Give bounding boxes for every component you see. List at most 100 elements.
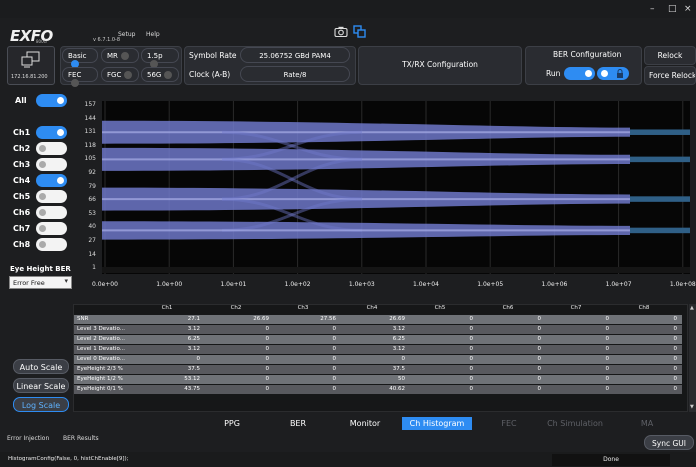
channel-toggle[interactable] — [36, 158, 67, 171]
eye-height-label: Eye Height BER — [10, 265, 71, 273]
cell-value: 0 — [537, 386, 542, 392]
cell-value: 0 — [265, 346, 270, 352]
cell-value: 0 — [469, 326, 474, 332]
cell-value: 0 — [537, 336, 542, 342]
mode-56g[interactable]: 56G — [141, 67, 179, 82]
force-relock-button[interactable]: Force Relock — [644, 66, 696, 85]
tab-ppg[interactable]: PPG — [215, 417, 249, 430]
eye-level-tail — [630, 227, 690, 234]
status-progress: Done — [552, 454, 670, 466]
cell-value: 0 — [673, 376, 678, 382]
ber-results-link[interactable]: BER Results — [63, 435, 99, 442]
log-scale-button[interactable]: Log Scale — [13, 397, 69, 412]
plot-scrollbar[interactable] — [102, 267, 690, 273]
title-bar — [0, 0, 696, 18]
tab-ch-histogram[interactable]: Ch Histogram — [402, 417, 472, 430]
menu-help[interactable]: Help — [146, 31, 160, 38]
cell-value: 0 — [469, 336, 474, 342]
channel-toggle[interactable] — [36, 190, 67, 203]
x-tick-label: 1.0e+05 — [477, 281, 504, 288]
sync-gui-button[interactable]: Sync GUI — [644, 435, 694, 450]
channel-toggle[interactable] — [36, 222, 67, 235]
y-tick-label: 79 — [88, 182, 96, 190]
error-injection-link[interactable]: Error Injection — [7, 435, 49, 442]
channel-toggle[interactable] — [36, 142, 67, 155]
mode-basic[interactable]: Basic — [62, 48, 98, 68]
channel-toggle[interactable] — [36, 238, 67, 251]
copy-icon[interactable] — [353, 25, 366, 38]
channel-all-toggle[interactable] — [36, 94, 67, 107]
ber-config-label: BER Configuration — [553, 50, 622, 59]
tab-fec[interactable]: FEC — [494, 417, 524, 430]
y-tick-label: 14 — [88, 250, 96, 258]
cell-value: 0 — [469, 366, 474, 372]
lock-toggle[interactable] — [597, 67, 629, 80]
relock-button[interactable]: Relock — [644, 46, 696, 65]
menu-setup[interactable]: Setup — [118, 31, 135, 38]
chevron-down-icon: ▾ — [64, 277, 68, 285]
column-header: Ch6 — [502, 305, 514, 311]
cell-value: 26.69 — [253, 316, 269, 322]
tab-ma[interactable]: MA — [632, 417, 662, 430]
mode-1-5p[interactable]: 1.5p — [141, 48, 179, 68]
tab-ber[interactable]: BER — [278, 417, 318, 430]
channel-toggle[interactable] — [36, 206, 67, 219]
linear-scale-button[interactable]: Linear Scale — [13, 378, 69, 393]
status-command: HistogramConfig(False, 0, histChEnable[9… — [8, 456, 129, 462]
maximize-button[interactable]: □ — [668, 4, 677, 14]
clock-label: Clock (A-B) — [189, 70, 231, 79]
cell-value: 0 — [469, 386, 474, 392]
row-label: Level 3 Devatio... — [77, 326, 125, 332]
channel-label: Ch4 — [13, 176, 31, 185]
y-tick-label: 92 — [88, 169, 96, 176]
camera-icon[interactable] — [334, 26, 348, 37]
mode-fec[interactable]: FEC — [62, 67, 98, 87]
cell-value: 3.12 — [187, 346, 200, 352]
cell-value: 0 — [605, 326, 610, 332]
stats-scrollbar[interactable]: ▲ ▼ — [689, 304, 696, 412]
cell-value: 0 — [332, 346, 337, 352]
cell-value: 0 — [673, 366, 678, 372]
channel-toggle[interactable] — [36, 174, 67, 187]
cell-value: 0 — [332, 326, 337, 332]
mode-fgc[interactable]: FGC — [101, 67, 139, 82]
channel-label: Ch7 — [13, 224, 31, 233]
x-tick-label: 1.0e+08 — [669, 281, 696, 288]
histogram-plot[interactable] — [102, 101, 690, 274]
txrx-config-button[interactable]: TX/RX Configuration — [358, 46, 522, 85]
symbol-rate-value[interactable]: 25.06752 GBd PAM4 — [240, 47, 350, 63]
channel-label: Ch3 — [13, 160, 31, 169]
row-label: Level 0 Devatio... — [77, 356, 125, 362]
cell-value: 0 — [605, 316, 610, 322]
eye-level-tail — [630, 196, 690, 202]
mode-mr[interactable]: MR — [101, 48, 139, 63]
minimize-button[interactable]: – — [650, 4, 655, 14]
column-header: Ch3 — [297, 305, 309, 311]
cell-value: 0 — [265, 366, 270, 372]
column-header: Ch5 — [434, 305, 446, 311]
run-toggle[interactable] — [564, 67, 595, 80]
column-header: Ch2 — [230, 305, 242, 311]
cell-value: 0 — [332, 366, 337, 372]
tab-monitor[interactable]: Monitor — [340, 417, 390, 430]
channel-toggle[interactable] — [36, 126, 67, 139]
cell-value: 37.5 — [187, 366, 200, 372]
mode-mr-indicator — [120, 52, 129, 60]
channel-label: Ch5 — [13, 192, 31, 201]
eye-height-dropdown[interactable]: Error Free ▾ — [9, 276, 72, 289]
cell-value: 0 — [537, 356, 542, 362]
tab-ch-simulation[interactable]: Ch Simulation — [540, 417, 610, 430]
x-tick-label: 1.0e+03 — [348, 281, 375, 288]
clock-value[interactable]: Rate/8 — [240, 66, 350, 82]
table-row: EyeHeight 2/3 % 37.5 0 0 37.5 0 0 0 0 — [74, 365, 682, 374]
cell-value: 0 — [401, 356, 406, 362]
cell-value: 0 — [673, 356, 678, 362]
auto-scale-button[interactable]: Auto Scale — [13, 359, 69, 374]
channel-label: Ch6 — [13, 208, 31, 217]
cell-value: 0 — [469, 356, 474, 362]
y-tick-label: 27 — [88, 237, 96, 244]
network-icon — [21, 51, 40, 68]
cell-value: 0 — [605, 366, 610, 372]
close-button[interactable]: × — [684, 4, 692, 14]
channel-label: Ch8 — [13, 240, 31, 249]
